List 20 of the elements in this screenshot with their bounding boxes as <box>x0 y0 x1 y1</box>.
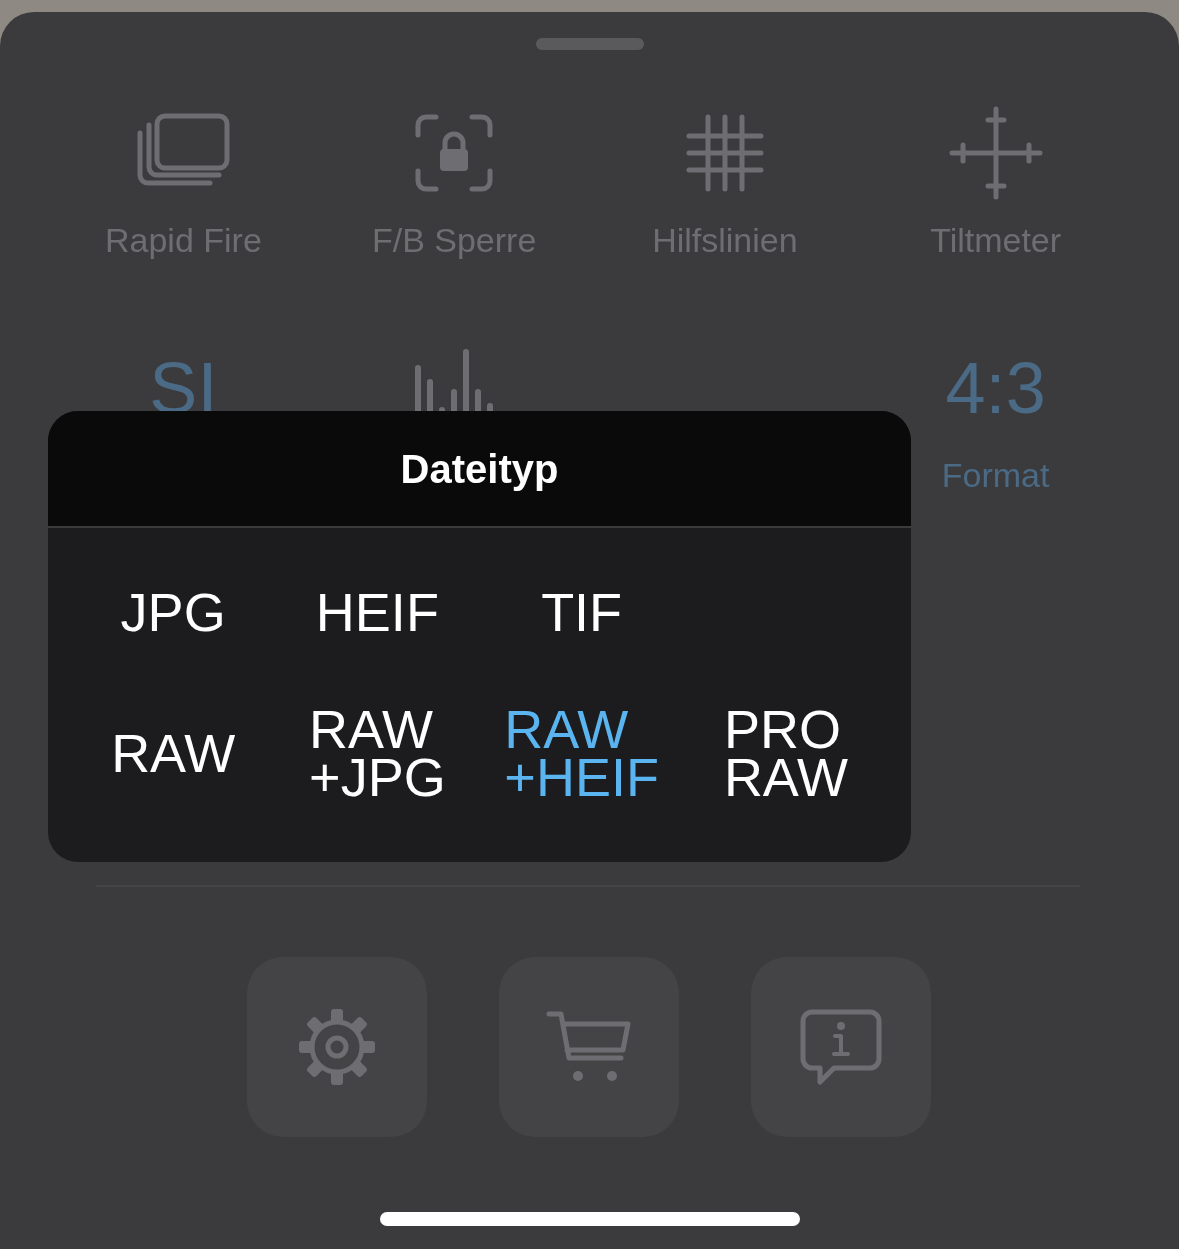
file-type-option[interactable]: RAW <box>111 729 236 777</box>
sheet-grabber[interactable] <box>535 38 644 50</box>
popup-title: Dateityp <box>400 445 559 493</box>
cart-icon <box>546 1010 632 1084</box>
file-type-option[interactable]: JPG <box>120 588 226 636</box>
icon-button[interactable] <box>499 957 679 1137</box>
settings-icon <box>297 1007 377 1087</box>
lock-icon <box>414 112 495 193</box>
crosshair-icon <box>948 105 1043 200</box>
grid-icon <box>685 113 764 192</box>
file-type-option[interactable]: RAW +JPG <box>309 705 446 801</box>
file-type-option[interactable]: TIF <box>541 588 623 636</box>
info-message-icon <box>800 1009 882 1085</box>
tile-value: 4:3 <box>945 351 1046 424</box>
tile-value: SI <box>149 351 218 424</box>
icon-button[interactable] <box>247 957 427 1137</box>
file-type-option[interactable]: RAW +HEIF <box>504 705 659 801</box>
file-type-option[interactable]: HEIF <box>315 588 439 636</box>
icon-button[interactable] <box>751 957 931 1137</box>
file-type-option[interactable]: PRO RAW <box>723 705 848 801</box>
